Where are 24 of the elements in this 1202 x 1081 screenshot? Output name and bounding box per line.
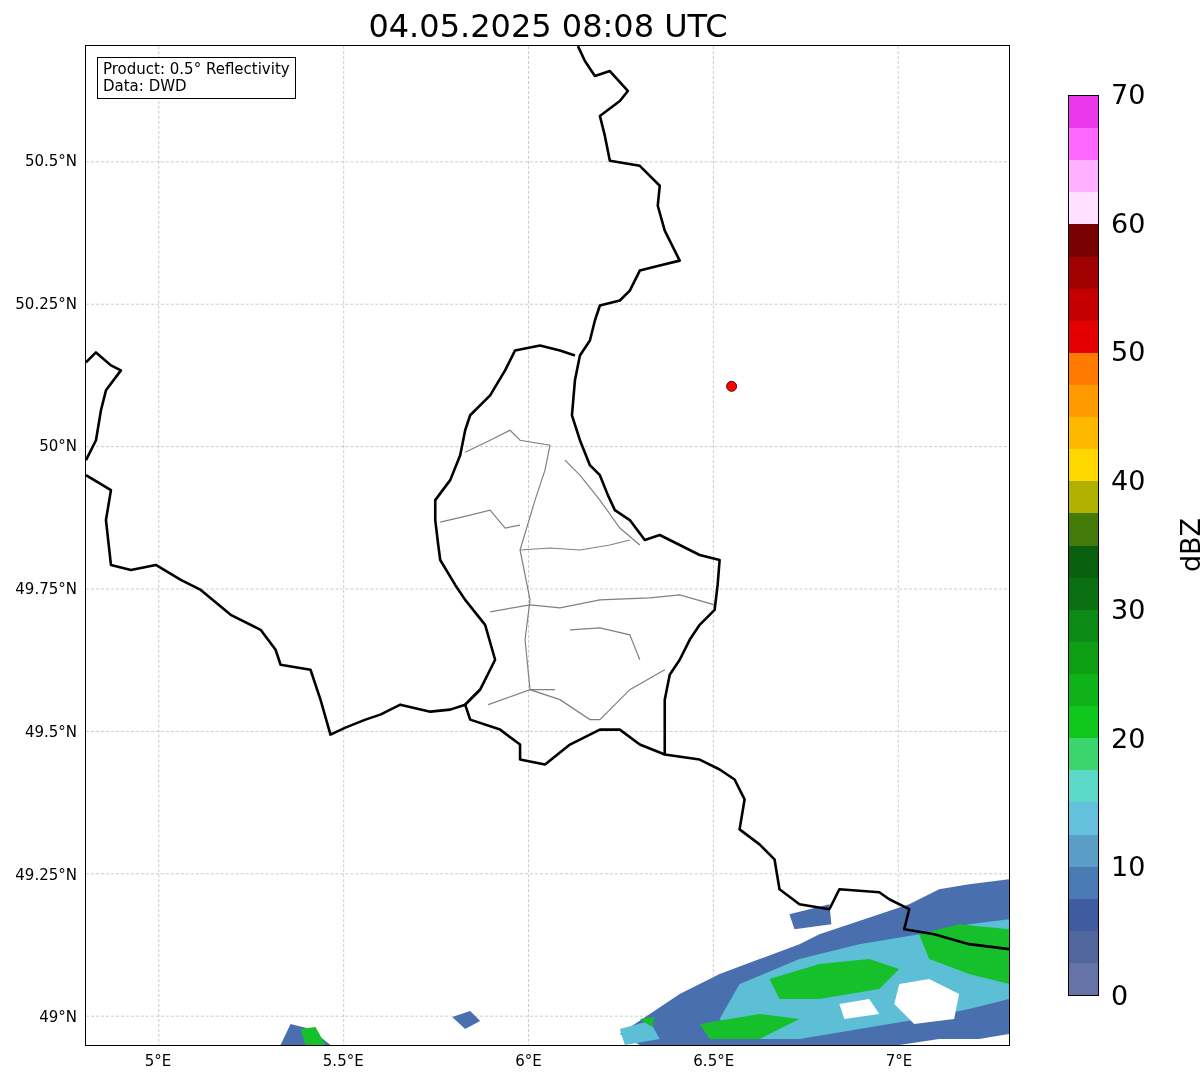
chart-title: 04.05.2025 08:08 UTC <box>368 5 728 44</box>
axis-tick-label: 49.5°N <box>24 722 77 741</box>
colorbar-tick-label: 30 <box>1110 594 1146 625</box>
axis-tick-label: 49.75°N <box>15 580 77 599</box>
colorbar-tick-label: 40 <box>1110 466 1146 497</box>
axis-tick-label: 5.5°E <box>322 1052 364 1070</box>
colorbar-tick-label: 20 <box>1110 723 1146 754</box>
axis-tick-label: 49.25°N <box>15 865 77 884</box>
axis-tick-label: 49°N <box>39 1008 77 1027</box>
colorbar-label: dBZ <box>1176 517 1202 573</box>
colorbar-tick-label: 70 <box>1110 80 1146 110</box>
info-text: Data: DWD <box>103 78 188 95</box>
axis-tick-label: 6.5°E <box>693 1052 735 1070</box>
axis-tick-label: 50.5°N <box>24 152 77 170</box>
axis-tick-label: 7°E <box>885 1052 913 1070</box>
colorbar-tick-label: 10 <box>1110 852 1146 883</box>
colorbar-tick-label: 60 <box>1110 208 1146 239</box>
axis-tick-label: 6°E <box>515 1052 542 1070</box>
colorbar-tick-label: 0 <box>1110 981 1129 1011</box>
axis-tick-label: 5°E <box>144 1052 172 1070</box>
info-text: Product: 0.5° Reflectivity <box>103 61 290 78</box>
colorbar-tick-label: 50 <box>1110 337 1146 368</box>
axis-tick-label: 50°N <box>39 437 77 456</box>
axis-tick-label: 50.25°N <box>15 294 77 313</box>
